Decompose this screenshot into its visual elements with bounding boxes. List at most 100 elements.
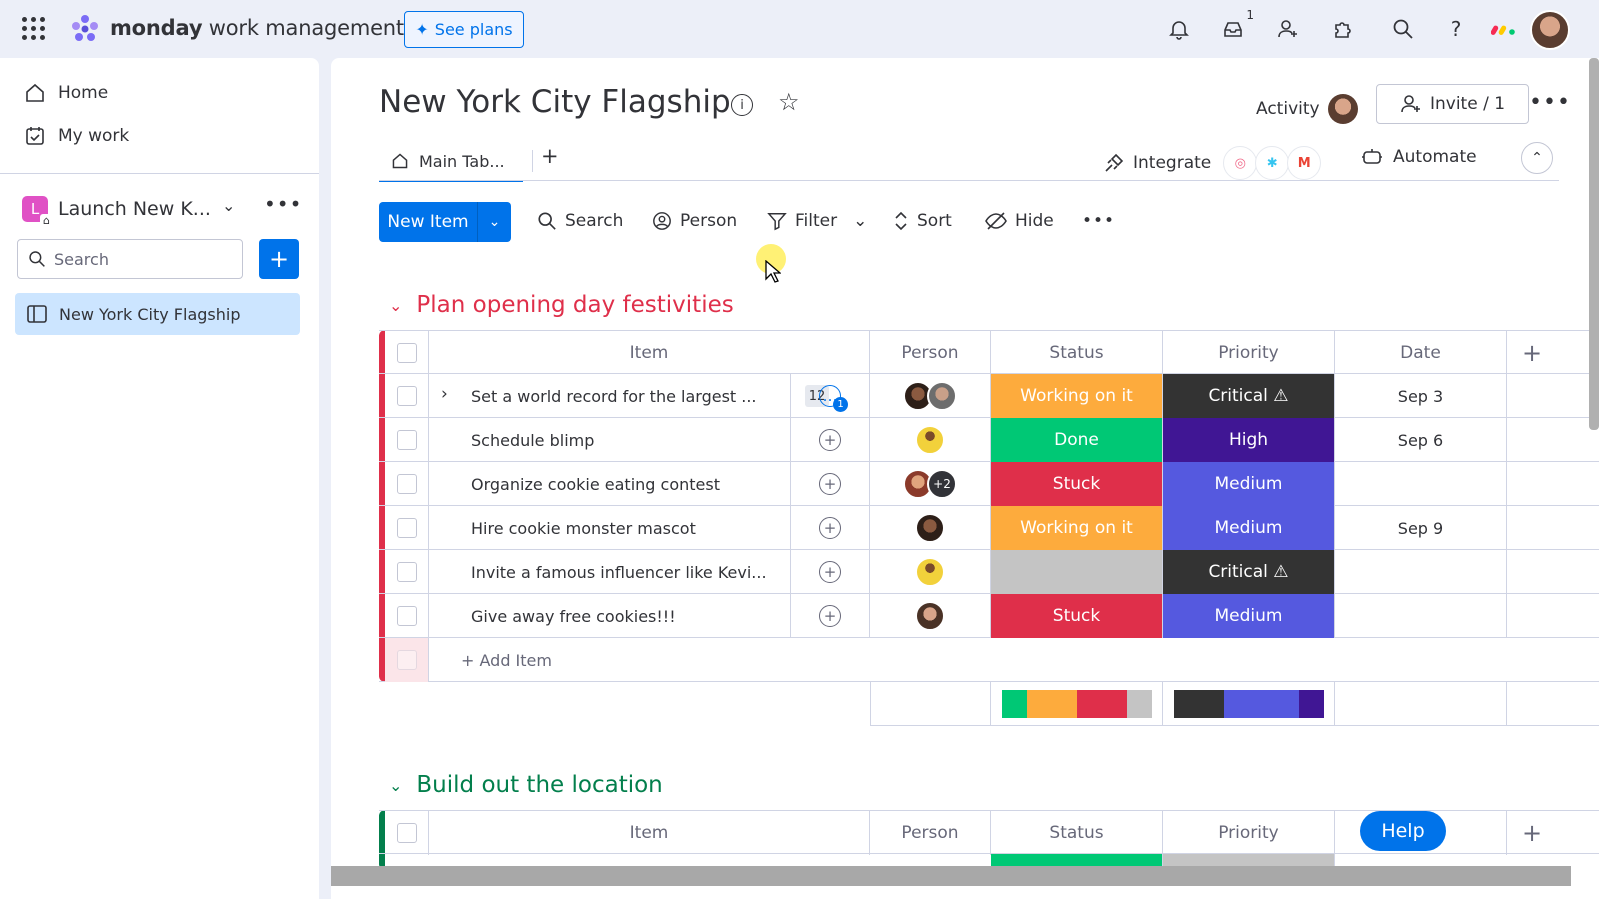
priority-cell[interactable]: High xyxy=(1163,418,1335,462)
status-cell[interactable]: Working on it xyxy=(991,506,1163,550)
workspace-selector[interactable]: L Launch New K... ⌄ ••• xyxy=(22,192,302,227)
updates-cell[interactable]: + xyxy=(791,418,870,462)
priority-cell[interactable]: Critical ⚠ xyxy=(1163,374,1335,418)
chevron-down-icon[interactable]: ⌄ xyxy=(478,214,511,230)
status-cell[interactable]: Done xyxy=(991,418,1163,462)
toolbar-filter-button[interactable]: Filter ⌄ xyxy=(767,211,867,231)
add-board-button[interactable]: + xyxy=(259,239,299,279)
board-more-options-icon[interactable]: ••• xyxy=(1529,90,1571,115)
notifications-bell-icon[interactable] xyxy=(1166,16,1192,42)
item-name-cell[interactable]: Schedule blimp xyxy=(429,418,791,462)
help-button[interactable]: Help xyxy=(1360,811,1446,851)
tab-main-table[interactable]: Main Tab... xyxy=(379,142,523,182)
column-header-person[interactable]: Person xyxy=(870,331,991,375)
row-checkbox[interactable] xyxy=(396,474,417,494)
toolbar-search-button[interactable]: Search xyxy=(537,211,623,231)
select-all-checkbox[interactable] xyxy=(396,823,417,843)
status-cell[interactable]: Stuck xyxy=(991,594,1163,638)
date-cell[interactable]: Sep 3 xyxy=(1335,374,1507,418)
chevron-down-icon[interactable]: ⌄ xyxy=(853,211,867,231)
row-checkbox[interactable] xyxy=(396,430,417,450)
invite-button[interactable]: Invite / 1 xyxy=(1376,84,1529,124)
table-row[interactable]: Give away free cookies!!! + Stuck Medium xyxy=(379,594,1599,638)
priority-summary[interactable] xyxy=(1163,682,1335,726)
expand-subitems-chevron-icon[interactable]: › xyxy=(441,384,448,404)
chevron-down-icon[interactable]: ⌄ xyxy=(389,776,402,795)
column-header-status[interactable]: Status xyxy=(991,331,1163,375)
vertical-scrollbar[interactable] xyxy=(1589,58,1599,430)
chevron-down-icon[interactable]: ⌄ xyxy=(222,196,235,215)
column-header-person[interactable]: Person xyxy=(870,811,991,855)
automate-button[interactable]: Automate xyxy=(1361,146,1477,168)
table-row[interactable]: Schedule blimp + Done High Sep 6 xyxy=(379,418,1599,462)
table-row[interactable]: Invite a famous influencer like Kevi... … xyxy=(379,550,1599,594)
item-name-cell[interactable]: Organize cookie eating contest xyxy=(429,462,791,506)
info-icon[interactable]: i xyxy=(731,94,753,116)
table-row[interactable]: Organize cookie eating contest + +2 Stuc… xyxy=(379,462,1599,506)
collapse-header-chevron-up-icon[interactable]: ⌃ xyxy=(1521,142,1553,174)
status-cell[interactable] xyxy=(991,550,1163,594)
toolbar-sort-button[interactable]: Sort xyxy=(893,211,952,231)
search-icon[interactable] xyxy=(1390,16,1416,42)
toolbar-more-icon[interactable]: ••• xyxy=(1082,211,1115,231)
add-item-input[interactable]: + Add Item xyxy=(429,638,1599,682)
favorite-star-icon[interactable]: ☆ xyxy=(778,88,800,116)
more-options-icon[interactable]: ••• xyxy=(264,192,302,216)
add-column-button[interactable]: + xyxy=(1507,811,1557,855)
invite-members-icon[interactable] xyxy=(1275,16,1301,42)
help-question-icon[interactable]: ? xyxy=(1443,16,1469,42)
group-header[interactable]: ⌄ Build out the location xyxy=(389,772,663,798)
new-item-button[interactable]: New Item ⌄ xyxy=(379,202,511,242)
status-cell[interactable]: Stuck xyxy=(991,462,1163,506)
person-cell[interactable] xyxy=(870,594,991,638)
monday-apps-logo-icon[interactable] xyxy=(1484,10,1524,48)
status-cell[interactable]: Working on it xyxy=(991,374,1163,418)
date-cell[interactable]: Sep 9 xyxy=(1335,506,1507,550)
row-checkbox[interactable] xyxy=(396,606,417,626)
add-column-button[interactable]: + xyxy=(1507,331,1557,375)
column-header-date[interactable]: Date xyxy=(1335,331,1507,375)
person-cell[interactable] xyxy=(870,418,991,462)
activity-button[interactable]: Activity xyxy=(1256,94,1358,124)
table-row[interactable]: › Set a world record for the largest ...… xyxy=(379,374,1599,418)
priority-cell[interactable]: Critical ⚠ xyxy=(1163,550,1335,594)
integrate-button[interactable]: Integrate ◎ ✱ M xyxy=(1103,146,1322,180)
chevron-down-icon[interactable]: ⌄ xyxy=(389,296,402,315)
add-view-button[interactable]: + xyxy=(541,144,559,168)
table-row[interactable]: Hire cookie monster mascot + Working on … xyxy=(379,506,1599,550)
row-checkbox[interactable] xyxy=(396,562,417,582)
sidebar-search-input[interactable]: Search xyxy=(17,239,243,279)
horizontal-scrollbar[interactable] xyxy=(331,866,1571,886)
see-plans-button[interactable]: ✦ See plans xyxy=(404,11,524,48)
column-header-priority[interactable]: Priority xyxy=(1163,331,1335,375)
item-name-cell[interactable]: Invite a famous influencer like Kevi... xyxy=(429,550,791,594)
priority-cell[interactable]: Medium xyxy=(1163,462,1335,506)
toolbar-hide-button[interactable]: Hide xyxy=(985,211,1054,231)
column-header-priority[interactable]: Priority xyxy=(1163,811,1335,855)
updates-cell[interactable]: … 1 xyxy=(791,374,870,418)
updates-cell[interactable]: + xyxy=(791,594,870,638)
priority-cell[interactable]: Medium xyxy=(1163,594,1335,638)
updates-cell[interactable]: + xyxy=(791,506,870,550)
row-checkbox[interactable] xyxy=(396,518,417,538)
person-cell[interactable] xyxy=(870,374,991,418)
toolbar-person-button[interactable]: Person xyxy=(652,211,737,231)
updates-cell[interactable]: + xyxy=(791,550,870,594)
apps-marketplace-icon[interactable] xyxy=(1330,16,1356,42)
person-cell[interactable]: +2 xyxy=(870,462,991,506)
date-cell[interactable]: Sep 6 xyxy=(1335,418,1507,462)
group-header[interactable]: ⌄ Plan opening day festivities xyxy=(389,292,734,318)
sidebar-item-home[interactable]: Home xyxy=(24,82,108,104)
priority-cell[interactable]: Medium xyxy=(1163,506,1335,550)
inbox-icon[interactable]: 1 xyxy=(1220,8,1254,42)
apps-grid-icon[interactable] xyxy=(22,17,46,41)
item-name-cell[interactable]: Give away free cookies!!! xyxy=(429,594,791,638)
sidebar-item-my-work[interactable]: My work xyxy=(24,125,129,147)
user-avatar[interactable] xyxy=(1530,10,1570,50)
column-header-item[interactable]: Item xyxy=(429,811,870,855)
date-cell[interactable] xyxy=(1335,462,1507,506)
person-cell[interactable] xyxy=(870,550,991,594)
sidebar-item-board[interactable]: New York City Flagship xyxy=(15,293,300,335)
select-all-checkbox[interactable] xyxy=(396,343,417,363)
column-header-status[interactable]: Status xyxy=(991,811,1163,855)
